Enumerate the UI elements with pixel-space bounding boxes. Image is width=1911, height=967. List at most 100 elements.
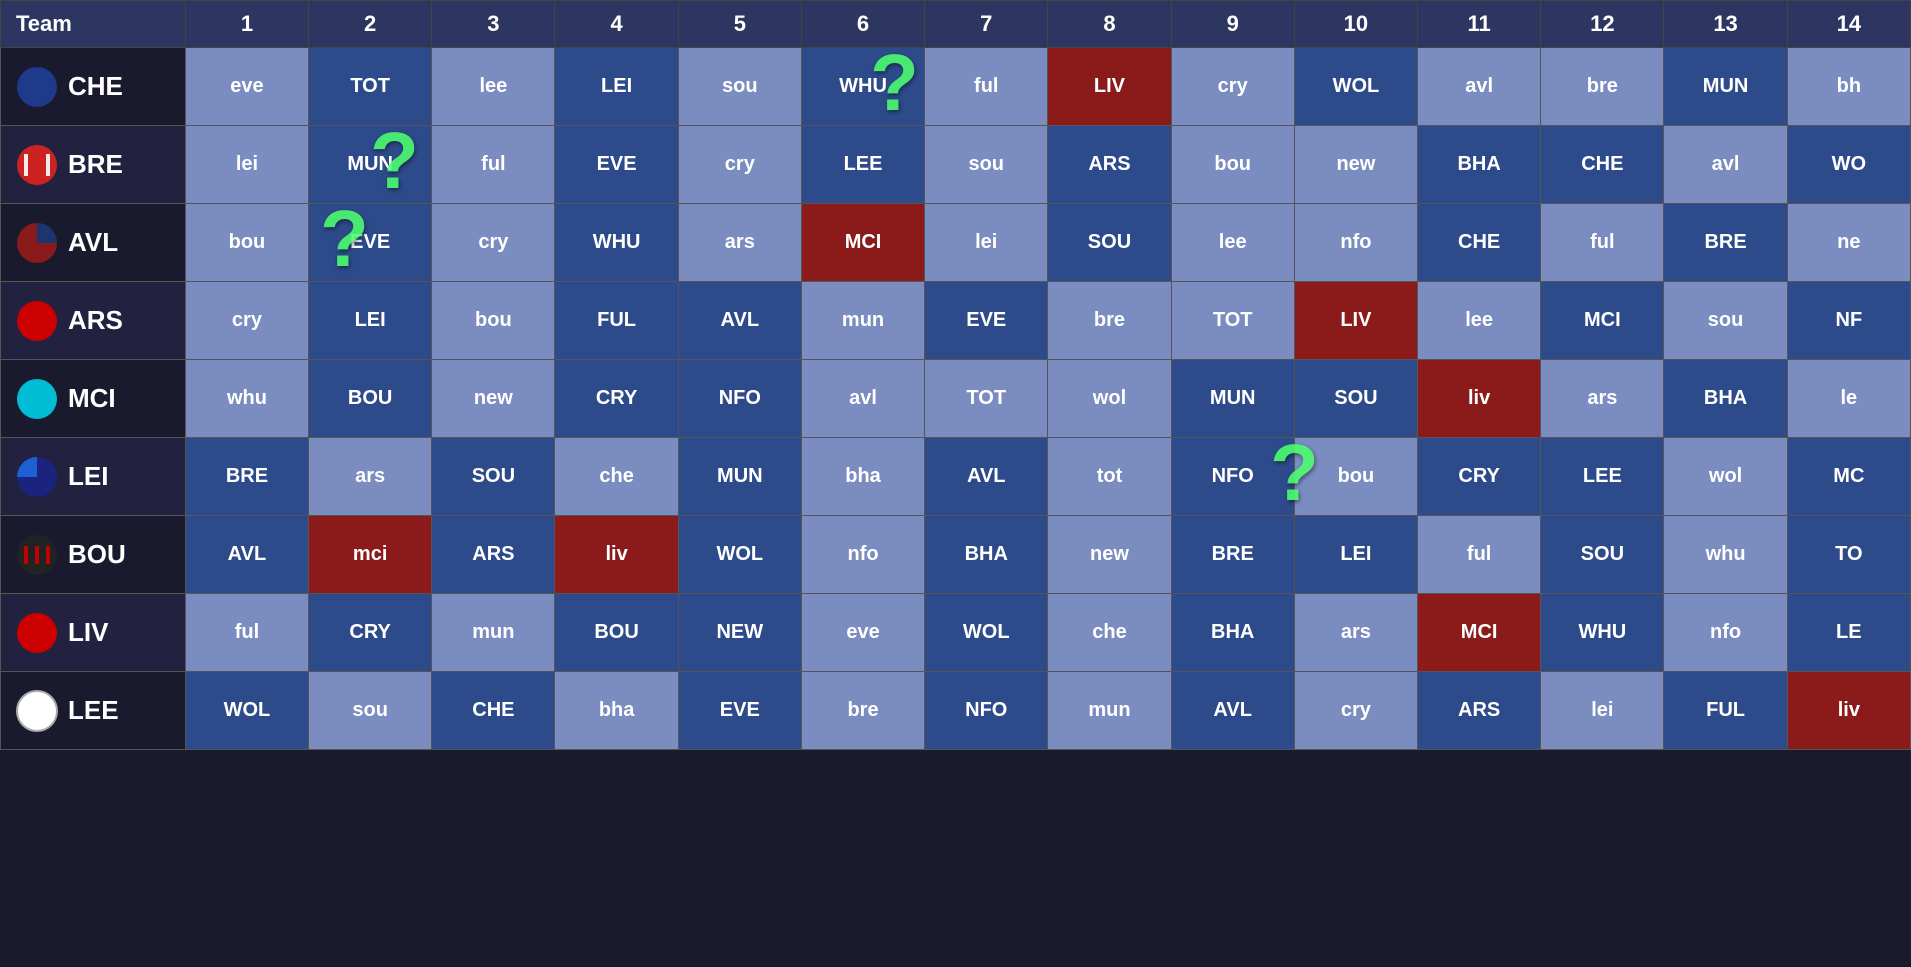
fixture-cell[interactable]: WHU: [801, 48, 924, 126]
fixture-cell[interactable]: ne: [1787, 204, 1910, 282]
fixture-cell[interactable]: NF: [1787, 282, 1910, 360]
fixture-cell[interactable]: WOL: [185, 672, 308, 750]
fixture-cell[interactable]: ARS: [1418, 672, 1541, 750]
fixture-cell[interactable]: BHA: [1418, 126, 1541, 204]
fixture-cell[interactable]: MUN: [1171, 360, 1294, 438]
fixture-cell[interactable]: nfo: [1664, 594, 1787, 672]
fixture-cell[interactable]: nfo: [1294, 204, 1417, 282]
fixture-cell[interactable]: wol: [1048, 360, 1171, 438]
fixture-cell[interactable]: ful: [1418, 516, 1541, 594]
fixture-cell[interactable]: LIV: [1294, 282, 1417, 360]
fixture-cell[interactable]: MUN: [678, 438, 801, 516]
fixture-cell[interactable]: new: [432, 360, 555, 438]
fixture-cell[interactable]: MCI: [801, 204, 924, 282]
fixture-cell[interactable]: nfo: [801, 516, 924, 594]
fixture-cell[interactable]: ARS: [432, 516, 555, 594]
fixture-cell[interactable]: BHA: [925, 516, 1048, 594]
fixture-cell[interactable]: WO: [1787, 126, 1910, 204]
fixture-cell[interactable]: ful: [1541, 204, 1664, 282]
fixture-cell[interactable]: le: [1787, 360, 1910, 438]
fixture-cell[interactable]: MUN: [309, 126, 432, 204]
fixture-cell[interactable]: ars: [1541, 360, 1664, 438]
fixture-cell[interactable]: whu: [185, 360, 308, 438]
fixture-cell[interactable]: NFO: [1171, 438, 1294, 516]
fixture-cell[interactable]: SOU: [1048, 204, 1171, 282]
fixture-cell[interactable]: ful: [432, 126, 555, 204]
fixture-cell[interactable]: LIV: [1048, 48, 1171, 126]
fixture-cell[interactable]: wol: [1664, 438, 1787, 516]
fixture-cell[interactable]: sou: [1664, 282, 1787, 360]
fixture-cell[interactable]: mun: [801, 282, 924, 360]
fixture-cell[interactable]: MC: [1787, 438, 1910, 516]
fixture-cell[interactable]: cry: [678, 126, 801, 204]
fixture-cell[interactable]: cry: [185, 282, 308, 360]
fixture-cell[interactable]: new: [1294, 126, 1417, 204]
fixture-cell[interactable]: SOU: [432, 438, 555, 516]
fixture-cell[interactable]: sou: [309, 672, 432, 750]
fixture-cell[interactable]: lei: [925, 204, 1048, 282]
fixture-cell[interactable]: AVL: [185, 516, 308, 594]
fixture-cell[interactable]: ful: [185, 594, 308, 672]
fixture-cell[interactable]: TOT: [925, 360, 1048, 438]
fixture-cell[interactable]: LEI: [309, 282, 432, 360]
fixture-cell[interactable]: SOU: [1294, 360, 1417, 438]
fixture-cell[interactable]: avl: [1664, 126, 1787, 204]
fixture-cell[interactable]: WHU: [555, 204, 678, 282]
fixture-cell[interactable]: lee: [432, 48, 555, 126]
fixture-cell[interactable]: TO: [1787, 516, 1910, 594]
fixture-cell[interactable]: WOL: [925, 594, 1048, 672]
fixture-cell[interactable]: mun: [432, 594, 555, 672]
fixture-cell[interactable]: eve: [801, 594, 924, 672]
fixture-cell[interactable]: WHU: [1541, 594, 1664, 672]
fixture-cell[interactable]: CRY: [1418, 438, 1541, 516]
fixture-cell[interactable]: EVE: [555, 126, 678, 204]
fixture-cell[interactable]: bre: [1048, 282, 1171, 360]
fixture-cell[interactable]: sou: [678, 48, 801, 126]
fixture-cell[interactable]: TOT: [1171, 282, 1294, 360]
fixture-cell[interactable]: bou: [432, 282, 555, 360]
fixture-cell[interactable]: sou: [925, 126, 1048, 204]
fixture-cell[interactable]: MCI: [1418, 594, 1541, 672]
fixture-cell[interactable]: SOU: [1541, 516, 1664, 594]
fixture-cell[interactable]: NFO: [925, 672, 1048, 750]
fixture-cell[interactable]: FUL: [555, 282, 678, 360]
fixture-cell[interactable]: ars: [678, 204, 801, 282]
fixture-cell[interactable]: CHE: [432, 672, 555, 750]
fixture-cell[interactable]: LEI: [555, 48, 678, 126]
fixture-cell[interactable]: ars: [309, 438, 432, 516]
fixture-cell[interactable]: cry: [1294, 672, 1417, 750]
fixture-cell[interactable]: EVE: [678, 672, 801, 750]
fixture-cell[interactable]: lei: [1541, 672, 1664, 750]
fixture-cell[interactable]: MUN: [1664, 48, 1787, 126]
fixture-cell[interactable]: cry: [432, 204, 555, 282]
fixture-cell[interactable]: che: [555, 438, 678, 516]
fixture-cell[interactable]: AVL: [678, 282, 801, 360]
fixture-cell[interactable]: liv: [1418, 360, 1541, 438]
fixture-cell[interactable]: BRE: [1664, 204, 1787, 282]
fixture-cell[interactable]: CRY: [555, 360, 678, 438]
fixture-cell[interactable]: LE: [1787, 594, 1910, 672]
fixture-cell[interactable]: CRY: [309, 594, 432, 672]
fixture-cell[interactable]: NFO: [678, 360, 801, 438]
fixture-cell[interactable]: BRE: [185, 438, 308, 516]
fixture-cell[interactable]: LEI: [1294, 516, 1417, 594]
fixture-cell[interactable]: avl: [801, 360, 924, 438]
fixture-cell[interactable]: whu: [1664, 516, 1787, 594]
fixture-cell[interactable]: WOL: [678, 516, 801, 594]
fixture-cell[interactable]: CHE: [1541, 126, 1664, 204]
fixture-cell[interactable]: bou: [1294, 438, 1417, 516]
fixture-cell[interactable]: bha: [555, 672, 678, 750]
fixture-cell[interactable]: bou: [185, 204, 308, 282]
fixture-cell[interactable]: AVL: [925, 438, 1048, 516]
fixture-cell[interactable]: liv: [555, 516, 678, 594]
fixture-cell[interactable]: WOL: [1294, 48, 1417, 126]
fixture-cell[interactable]: ARS: [1048, 126, 1171, 204]
fixture-cell[interactable]: lee: [1418, 282, 1541, 360]
fixture-cell[interactable]: bre: [801, 672, 924, 750]
fixture-cell[interactable]: mci: [309, 516, 432, 594]
fixture-cell[interactable]: TOT: [309, 48, 432, 126]
fixture-cell[interactable]: FUL: [1664, 672, 1787, 750]
fixture-cell[interactable]: ars: [1294, 594, 1417, 672]
fixture-cell[interactable]: MCI: [1541, 282, 1664, 360]
fixture-cell[interactable]: NEW: [678, 594, 801, 672]
